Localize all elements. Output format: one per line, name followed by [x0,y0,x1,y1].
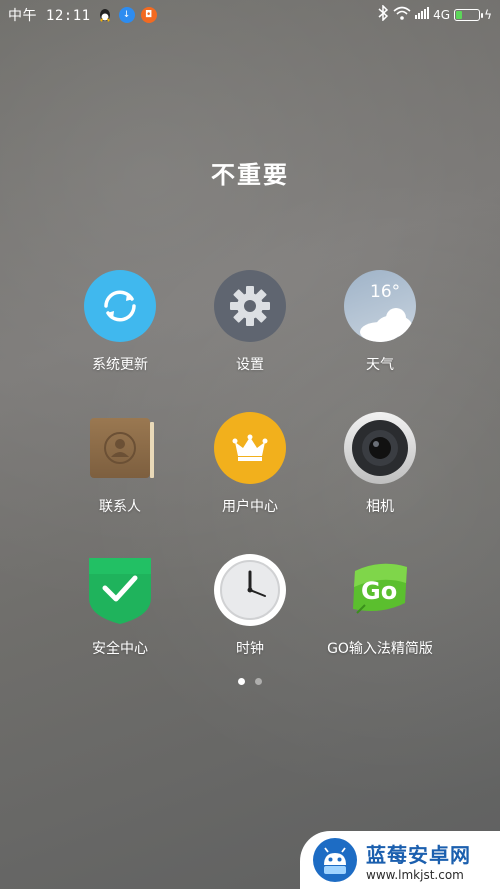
app-camera[interactable]: 相机 [315,412,445,516]
android-logo-icon [313,838,357,882]
clock-icon [214,554,286,626]
network-type: 4G [433,8,451,22]
battery-icon [454,9,484,21]
app-label: 设置 [236,357,264,373]
app-contacts[interactable]: 联系人 [55,412,185,516]
app-label: 时钟 [236,641,264,657]
app-label: GO输入法精简版 [327,641,433,657]
app-label: 相机 [366,499,394,515]
shield-check-icon [84,554,156,626]
app-label: 安全中心 [92,641,148,657]
svg-text:Go: Go [361,577,397,605]
go-keyboard-icon: Go [344,554,416,626]
crown-icon [214,412,286,484]
app-user-center[interactable]: 用户中心 [185,412,315,516]
app-label: 系统更新 [92,357,148,373]
app-label: 用户中心 [222,499,278,515]
status-bar: 中午 12:11 ↓ ◘ 4G ϟ [0,0,500,28]
folder-title[interactable]: 不重要 [0,155,500,190]
refresh-icon [84,270,156,342]
app-grid: 系统更新 设置 16° 天气 联系人 用户中心 相机 安全中心 时钟 Go GO… [55,270,445,658]
app-weather[interactable]: 16° 天气 [315,270,445,374]
bluetooth-icon [377,4,389,25]
qq-notification-icon [97,7,113,23]
camera-lens-icon [344,412,416,484]
watermark-name: 蓝莓安卓网 [366,842,471,867]
app-clock[interactable]: 时钟 [185,554,315,658]
gear-icon [214,270,286,342]
app-go-keyboard[interactable]: Go GO输入法精简版 [315,554,445,658]
wifi-icon [393,6,411,24]
app-label: 天气 [366,357,394,373]
page-dot-active[interactable] [238,678,245,685]
watermark: 蓝莓安卓网 www.lmkjst.com [300,831,500,889]
app-security-center[interactable]: 安全中心 [55,554,185,658]
app-settings[interactable]: 设置 [185,270,315,374]
weather-cloud-icon: 16° [344,270,416,342]
contacts-book-icon [90,418,154,478]
watermark-url: www.lmkjst.com [366,867,464,882]
app-notification-icon: ◘ [140,7,157,23]
app-label: 联系人 [99,499,141,515]
download-notification-icon: ↓ [118,7,135,23]
charging-icon: ϟ [484,8,492,22]
app-system-update[interactable]: 系统更新 [55,270,185,374]
status-time: 中午 12:11 [8,8,91,24]
signal-icon [415,7,430,23]
page-indicator [0,678,500,685]
page-dot[interactable] [255,678,262,685]
